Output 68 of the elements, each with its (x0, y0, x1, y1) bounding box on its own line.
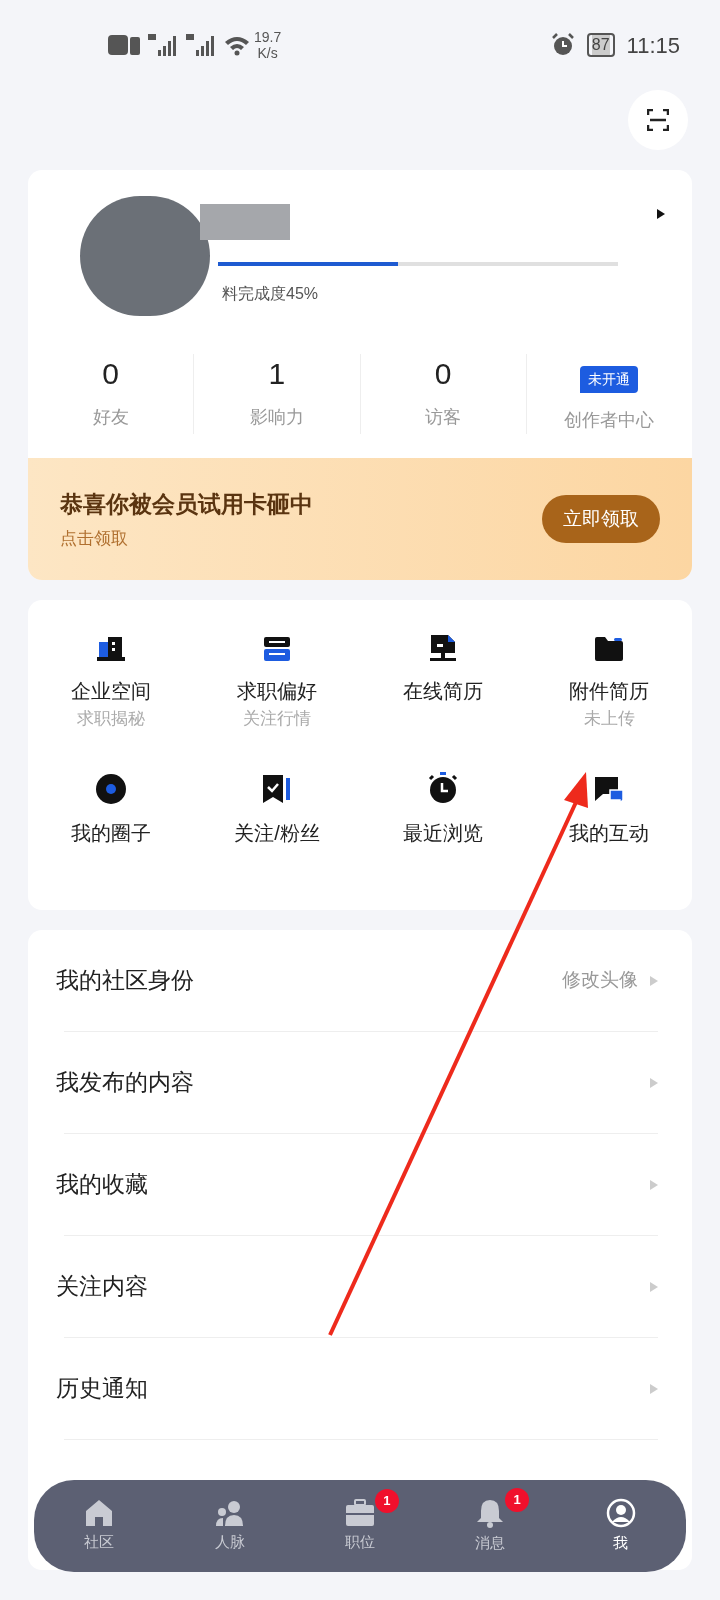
menu-row[interactable]: 关注内容 (28, 1236, 692, 1337)
shortcut-item[interactable]: 我的圈子 (28, 768, 194, 890)
stat-label: 影响力 (249, 406, 304, 429)
wifi-icon (224, 34, 250, 56)
net-speed-unit: K/s (257, 45, 278, 61)
clock: 11:15 (626, 31, 680, 60)
menu-row[interactable]: 我发布的内容 (28, 1032, 692, 1133)
stat-value: 1 (268, 356, 286, 392)
net-speed: 19.7 (254, 29, 282, 45)
bookmark-check-icon (262, 774, 292, 804)
menu-label: 我的社区身份 (56, 966, 195, 996)
notification-badge: 1 (505, 1487, 530, 1512)
monitor-icon (428, 634, 458, 662)
building-icon (96, 636, 126, 662)
shortcut-item[interactable]: 求职偏好 关注行情 (194, 626, 360, 748)
chat-icon (594, 776, 624, 804)
stat-value: 0 (102, 356, 119, 392)
menu-label: 我发布的内容 (56, 1068, 195, 1098)
chevron-icon (650, 975, 658, 986)
chevron-icon (650, 1179, 658, 1190)
nav-tab[interactable]: 人脉 (214, 1498, 245, 1554)
menu-row[interactable]: 历史通知 (28, 1338, 692, 1439)
play-icon (656, 208, 666, 220)
chevron-icon (650, 1383, 658, 1394)
briefcase-icon (345, 1498, 375, 1527)
banner-title: 恭喜你被会员试用卡砸中 (60, 490, 314, 519)
nav-tab[interactable]: 消息 (475, 1497, 506, 1555)
shortcut-item[interactable]: 我的互动 (526, 768, 692, 890)
promo-banner[interactable]: 恭喜你被会员试用卡砸中 点击领取 立即领取 (28, 458, 692, 580)
shortcut-item[interactable]: 最近浏览 (360, 768, 526, 890)
shortcut-item[interactable]: 在线简历 (360, 626, 526, 748)
people-icon (214, 1498, 245, 1527)
stat-label: 创作者中心 (564, 409, 655, 432)
menu-row[interactable]: 我的社区身份 修改头像 (28, 930, 692, 1031)
nav-tab[interactable]: 职位 (345, 1498, 375, 1554)
notification-badge: 1 (374, 1488, 399, 1513)
alarm-icon (550, 33, 575, 57)
stat-value: 0 (434, 356, 452, 392)
battery-indicator: 87 (586, 33, 615, 57)
menu-hint: 修改头像 (562, 968, 638, 993)
chevron-icon (650, 1281, 658, 1292)
menu-label: 历史通知 (56, 1374, 149, 1404)
signal-icon (186, 34, 216, 56)
profile-icon (605, 1497, 636, 1528)
hd-icon (108, 35, 140, 55)
shortcut-item[interactable]: 关注/粉丝 (194, 768, 360, 890)
scan-icon (647, 109, 669, 131)
banner-subtitle: 点击领取 (60, 527, 129, 550)
chevron-icon (650, 1077, 658, 1088)
shortcut-item[interactable]: 附件简历 未上传 (526, 626, 692, 748)
nav-tab[interactable]: 我 (605, 1497, 636, 1555)
menu-label: 我的收藏 (56, 1170, 149, 1200)
home-icon (84, 1498, 115, 1527)
stopwatch-icon (428, 772, 458, 804)
menu-row[interactable]: 我的收藏 (28, 1134, 692, 1235)
completion-text: 料完成度45% (222, 284, 319, 304)
toolbox-icon (263, 636, 291, 662)
stat-label: 好友 (92, 406, 129, 429)
status-tag: 未开通 (580, 366, 639, 393)
claim-button[interactable]: 立即领取 (542, 495, 660, 543)
nav-tab[interactable]: 社区 (84, 1498, 115, 1554)
stat-label: 访客 (425, 406, 462, 429)
signal-icon (148, 34, 178, 56)
folder-icon (594, 636, 624, 662)
menu-label: 关注内容 (56, 1272, 149, 1302)
target-icon (96, 774, 126, 804)
bell-icon (475, 1497, 506, 1528)
shortcut-item[interactable]: 企业空间 求职揭秘 (28, 626, 194, 748)
